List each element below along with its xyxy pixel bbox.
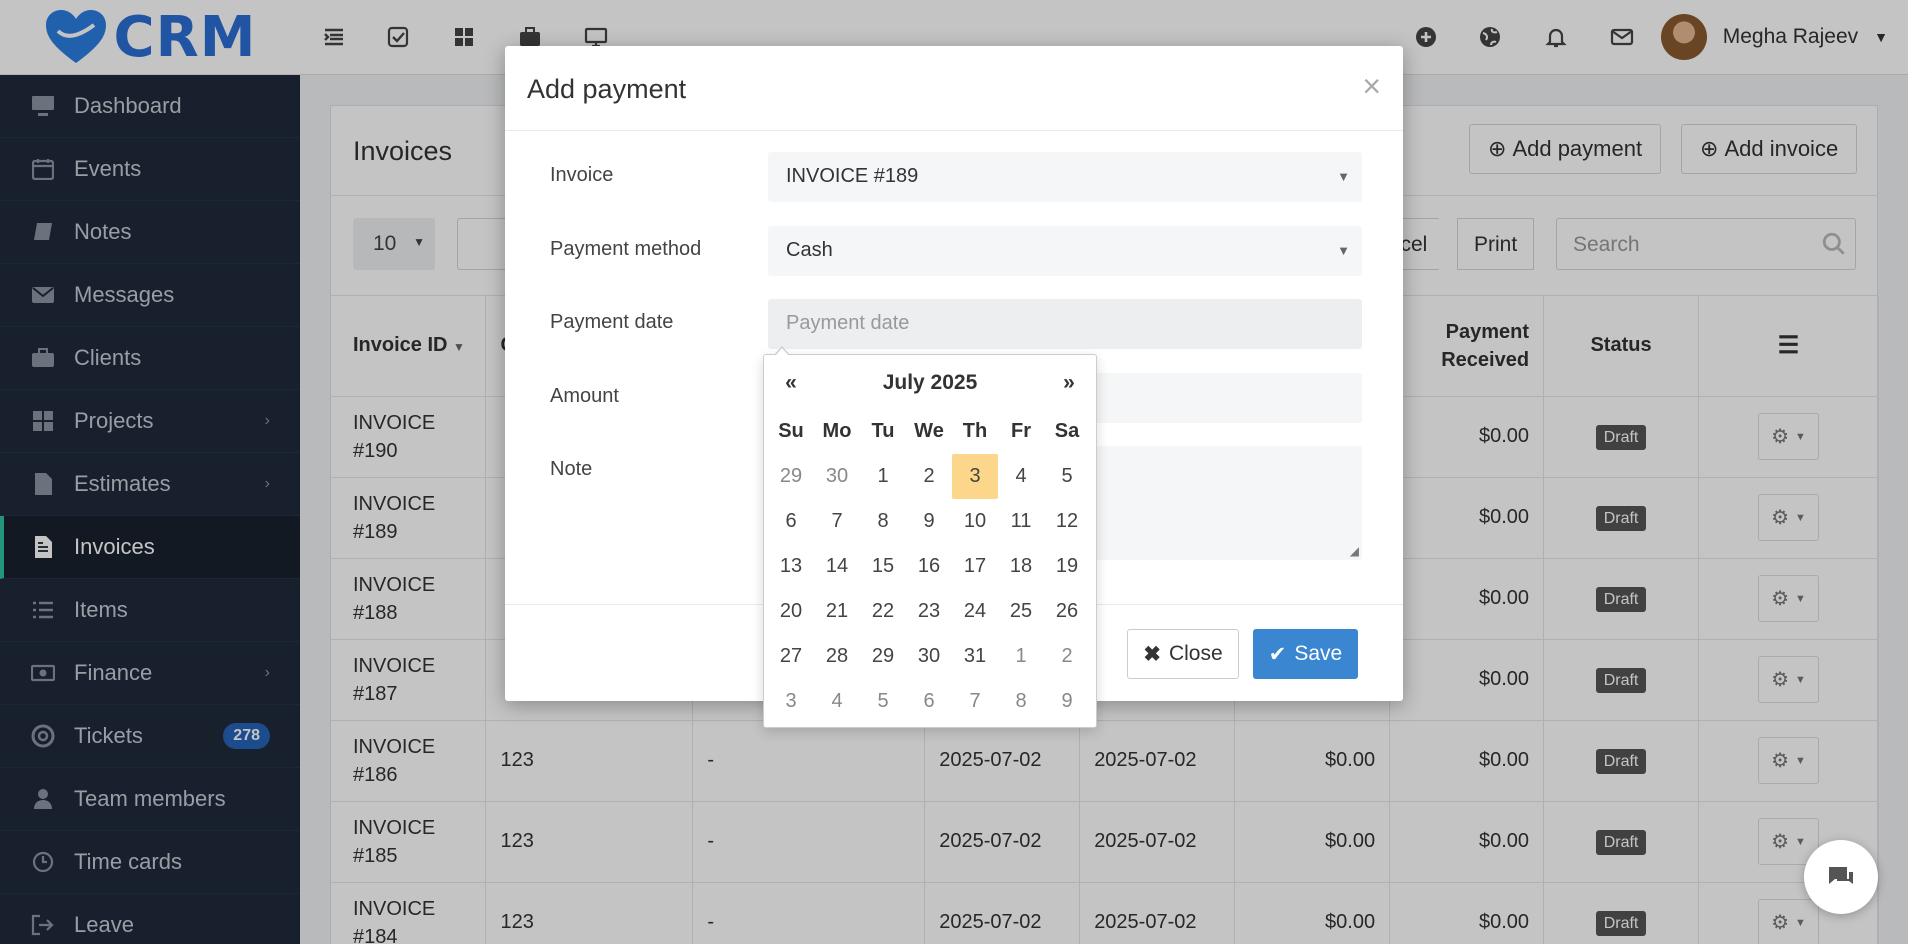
weekday-header: Sa xyxy=(1054,420,1080,442)
datepicker-day[interactable]: 10 xyxy=(952,499,998,544)
datepicker-day[interactable]: 12 xyxy=(1044,499,1090,544)
payment-method-select[interactable]: Cash ▼ xyxy=(768,226,1362,276)
invoice-value: INVOICE #189 xyxy=(786,165,919,187)
datepicker-day[interactable]: 1 xyxy=(860,454,906,499)
amount-label: Amount xyxy=(550,385,619,407)
modal-title: Add payment xyxy=(527,74,687,104)
datepicker-today[interactable]: 3 xyxy=(952,454,998,499)
datepicker-day[interactable]: 23 xyxy=(906,589,952,634)
save-button-label: Save xyxy=(1294,642,1343,665)
datepicker-day[interactable]: 30 xyxy=(906,634,952,679)
datepicker-day[interactable]: 25 xyxy=(998,589,1044,634)
datepicker-day[interactable]: 6 xyxy=(906,679,952,724)
datepicker-day[interactable]: 24 xyxy=(952,589,998,634)
invoice-label: Invoice xyxy=(550,164,614,186)
datepicker-day[interactable]: 18 xyxy=(998,544,1044,589)
weekday-header: Fr xyxy=(1011,420,1031,442)
datepicker-day[interactable]: 9 xyxy=(906,499,952,544)
datepicker-day[interactable]: 29 xyxy=(768,454,814,499)
datepicker: « July 2025 » Su Mo Tu We Th Fr Sa 29 30 1 2 3 4 5 6 7 8… xyxy=(763,346,1097,728)
datepicker-day[interactable]: 21 xyxy=(814,589,860,634)
datepicker-day[interactable]: 9 xyxy=(1044,679,1090,724)
weekday-header: We xyxy=(914,420,944,442)
datepicker-day[interactable]: 11 xyxy=(998,499,1044,544)
datepicker-grid: Su Mo Tu We Th Fr Sa 29 30 1 2 3 4 5 6 7 8 9 10 11 12 13 14 15 1… xyxy=(768,409,1090,724)
close-icon[interactable]: × xyxy=(1362,68,1381,105)
payment-date-placeholder: Payment date xyxy=(786,312,910,334)
caret-down-icon: ▼ xyxy=(1337,169,1350,184)
caret-down-icon: ▼ xyxy=(1337,243,1350,258)
datepicker-day[interactable]: 17 xyxy=(952,544,998,589)
datepicker-day[interactable]: 3 xyxy=(768,679,814,724)
datepicker-day[interactable]: 5 xyxy=(1044,454,1090,499)
datepicker-day[interactable]: 4 xyxy=(998,454,1044,499)
save-button[interactable]: ✔ Save xyxy=(1253,629,1358,679)
datepicker-day[interactable]: 1 xyxy=(998,634,1044,679)
datepicker-day[interactable]: 26 xyxy=(1044,589,1090,634)
payment-date-input[interactable]: Payment date xyxy=(768,299,1362,349)
datepicker-day[interactable]: 16 xyxy=(906,544,952,589)
datepicker-day[interactable]: 7 xyxy=(952,679,998,724)
datepicker-day[interactable]: 2 xyxy=(1044,634,1090,679)
datepicker-day[interactable]: 7 xyxy=(814,499,860,544)
datepicker-day[interactable]: 30 xyxy=(814,454,860,499)
chat-icon xyxy=(1829,867,1853,884)
datepicker-day[interactable]: 2 xyxy=(906,454,952,499)
weekday-header: Th xyxy=(962,420,988,442)
datepicker-day[interactable]: 13 xyxy=(768,544,814,589)
datepicker-day[interactable]: 28 xyxy=(814,634,860,679)
datepicker-day[interactable]: 19 xyxy=(1044,544,1090,589)
datepicker-day[interactable]: 8 xyxy=(860,499,906,544)
datepicker-day[interactable]: 6 xyxy=(768,499,814,544)
datepicker-month-label[interactable]: July 2025 xyxy=(814,371,1046,395)
payment-method-label: Payment method xyxy=(550,238,702,260)
datepicker-day[interactable]: 29 xyxy=(860,634,906,679)
weekday-header: Su xyxy=(778,420,804,442)
datepicker-day[interactable]: 27 xyxy=(768,634,814,679)
weekday-header: Tu xyxy=(871,420,895,442)
datepicker-day[interactable]: 15 xyxy=(860,544,906,589)
datepicker-day[interactable]: 31 xyxy=(952,634,998,679)
chat-button[interactable] xyxy=(1804,840,1878,914)
check-circle-icon: ✔ xyxy=(1268,642,1287,666)
payment-date-label: Payment date xyxy=(550,311,674,333)
weekday-header: Mo xyxy=(822,420,852,442)
datepicker-prev-button[interactable]: « xyxy=(768,371,814,395)
resize-handle-icon[interactable]: ◢ xyxy=(1350,544,1359,558)
payment-method-value: Cash xyxy=(786,239,833,261)
datepicker-day[interactable]: 4 xyxy=(814,679,860,724)
invoice-select[interactable]: INVOICE #189 ▼ xyxy=(768,152,1362,202)
datepicker-day[interactable]: 22 xyxy=(860,589,906,634)
note-label: Note xyxy=(550,458,593,480)
close-button-label: Close xyxy=(1168,642,1223,665)
close-button[interactable]: ✖ Close xyxy=(1127,629,1239,679)
datepicker-next-button[interactable]: » xyxy=(1046,371,1092,395)
datepicker-day[interactable]: 14 xyxy=(814,544,860,589)
datepicker-day[interactable]: 8 xyxy=(998,679,1044,724)
datepicker-day[interactable]: 20 xyxy=(768,589,814,634)
times-icon: ✖ xyxy=(1143,642,1161,666)
datepicker-day[interactable]: 5 xyxy=(860,679,906,724)
